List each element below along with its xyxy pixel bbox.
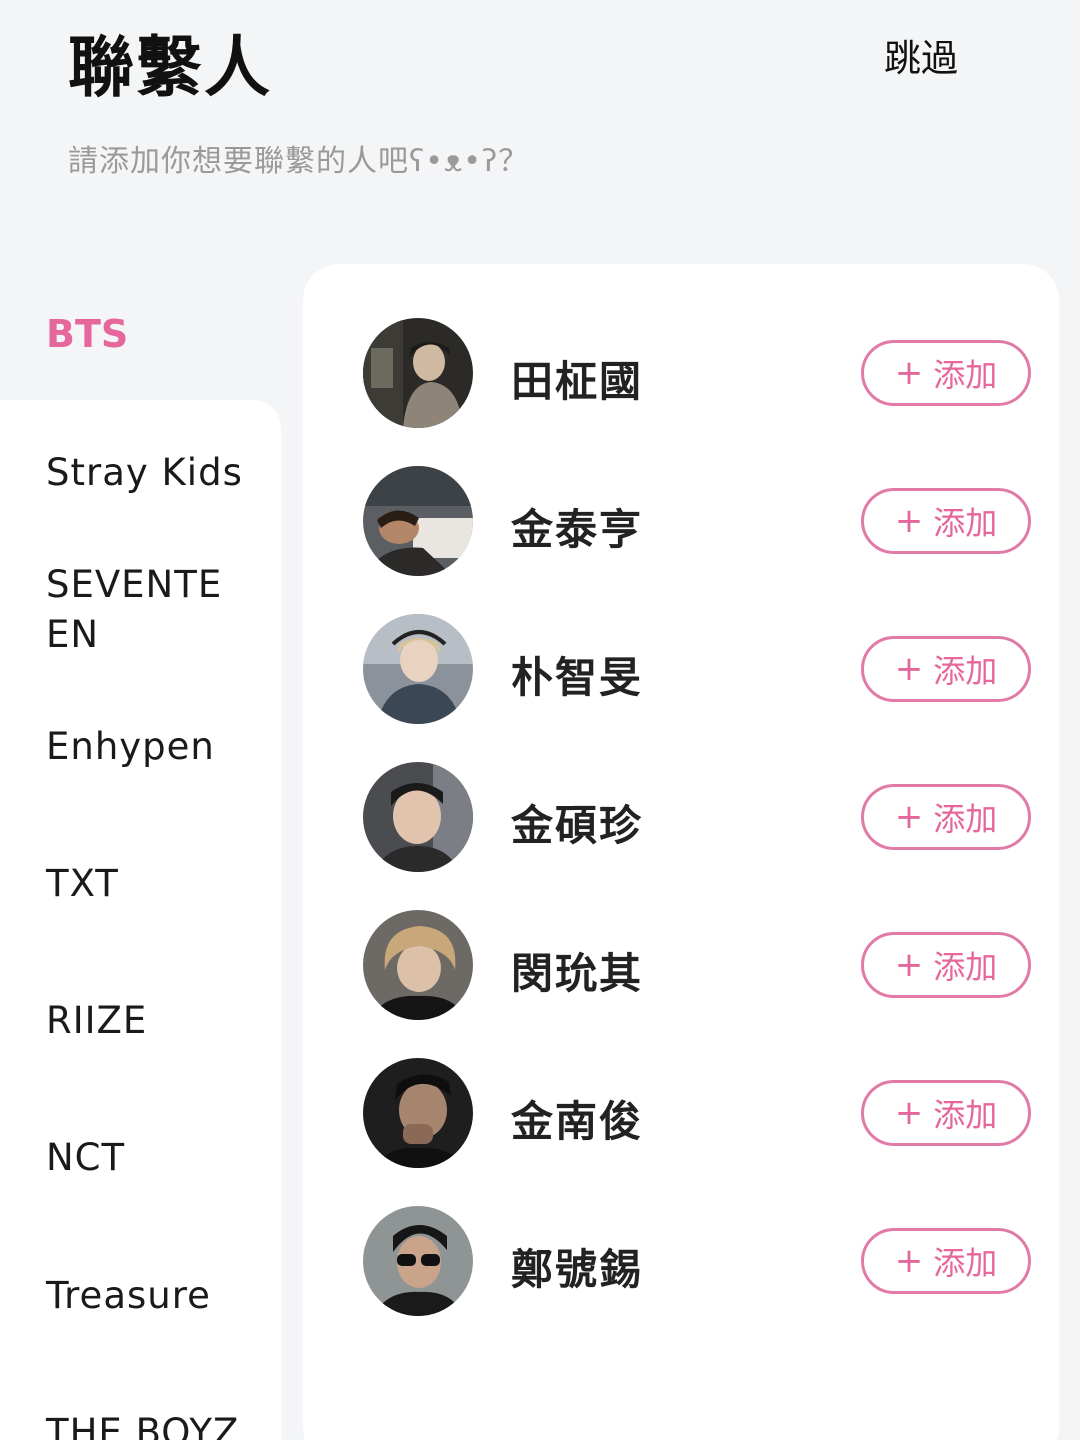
member-name: 金碩珍 — [511, 801, 644, 850]
contacts-screen: 聯繫人 跳過 請添加你想要聯繫的人吧ʕ•ᴥ•ʔ？ BTS Stray Kids … — [0, 0, 1080, 1440]
add-label: 添加 — [933, 800, 998, 838]
member-row: 金南俊 + 添加 — [303, 1058, 1059, 1170]
member-row: 金泰亨 + 添加 — [303, 466, 1059, 578]
avatar — [363, 318, 473, 428]
avatar-photo — [363, 466, 473, 576]
sidebar-item-the-boyz[interactable]: THE BOYZ — [46, 1408, 246, 1440]
avatar — [363, 466, 473, 576]
skip-button[interactable]: 跳過 — [884, 28, 958, 82]
avatar-photo — [363, 318, 473, 428]
sidebar-item-treasure[interactable]: Treasure — [46, 1271, 246, 1321]
sidebar-item-bts[interactable]: BTS — [46, 312, 128, 356]
avatar-photo — [363, 910, 473, 1020]
member-row: 鄭號錫 + 添加 — [303, 1206, 1059, 1318]
add-button[interactable]: + 添加 — [861, 1080, 1031, 1146]
plus-icon: + — [894, 1093, 924, 1133]
avatar — [363, 762, 473, 872]
avatar — [363, 614, 473, 724]
avatar — [363, 910, 473, 1020]
member-name: 鄭號錫 — [511, 1245, 644, 1294]
sidebar-item-enhypen[interactable]: Enhypen — [46, 722, 246, 772]
sidebar-item-txt[interactable]: TXT — [46, 859, 246, 909]
sidebar-item-stray-kids[interactable]: Stray Kids — [46, 448, 246, 498]
member-name: 朴智旻 — [511, 653, 644, 702]
page-subtitle: 請添加你想要聯繫的人吧ʕ•ᴥ•ʔ？ — [68, 144, 530, 179]
avatar-photo — [363, 1058, 473, 1168]
add-button[interactable]: + 添加 — [861, 932, 1031, 998]
plus-icon: + — [894, 649, 924, 689]
plus-icon: + — [894, 797, 924, 837]
group-sidebar: Stray Kids SEVENTEEN Enhypen TXT RIIZE N… — [0, 400, 281, 1440]
member-row: 田柾國 + 添加 — [303, 318, 1059, 430]
avatar-photo — [363, 614, 473, 724]
member-name: 閔玧其 — [511, 949, 644, 998]
plus-icon: + — [894, 501, 924, 541]
member-row: 金碩珍 + 添加 — [303, 762, 1059, 874]
add-button[interactable]: + 添加 — [861, 340, 1031, 406]
member-row: 朴智旻 + 添加 — [303, 614, 1059, 726]
avatar — [363, 1206, 473, 1316]
sidebar-item-riize[interactable]: RIIZE — [46, 996, 246, 1046]
member-name: 金泰亨 — [511, 505, 644, 554]
avatar-photo — [363, 1206, 473, 1316]
plus-icon: + — [894, 353, 924, 393]
add-button[interactable]: + 添加 — [861, 488, 1031, 554]
add-label: 添加 — [933, 356, 998, 394]
member-row: 閔玧其 + 添加 — [303, 910, 1059, 1022]
member-name: 田柾國 — [511, 357, 644, 406]
avatar-photo — [363, 762, 473, 872]
add-label: 添加 — [933, 652, 998, 690]
add-label: 添加 — [933, 948, 998, 986]
add-button[interactable]: + 添加 — [861, 1228, 1031, 1294]
plus-icon: + — [894, 945, 924, 985]
add-label: 添加 — [933, 1096, 998, 1134]
add-button[interactable]: + 添加 — [861, 636, 1031, 702]
sidebar-item-nct[interactable]: NCT — [46, 1133, 246, 1183]
page-title: 聯繫人 — [68, 28, 272, 106]
avatar — [363, 1058, 473, 1168]
add-label: 添加 — [933, 1244, 998, 1282]
add-label: 添加 — [933, 504, 998, 542]
plus-icon: + — [894, 1241, 924, 1281]
member-name: 金南俊 — [511, 1097, 644, 1146]
sidebar-item-seventeen[interactable]: SEVENTEEN — [46, 560, 242, 660]
member-list-panel: 田柾國 + 添加 金泰亨 + 添加 朴智旻 + 添加 金碩珍 + 添加 閔玧其 … — [303, 264, 1059, 1440]
add-button[interactable]: + 添加 — [861, 784, 1031, 850]
